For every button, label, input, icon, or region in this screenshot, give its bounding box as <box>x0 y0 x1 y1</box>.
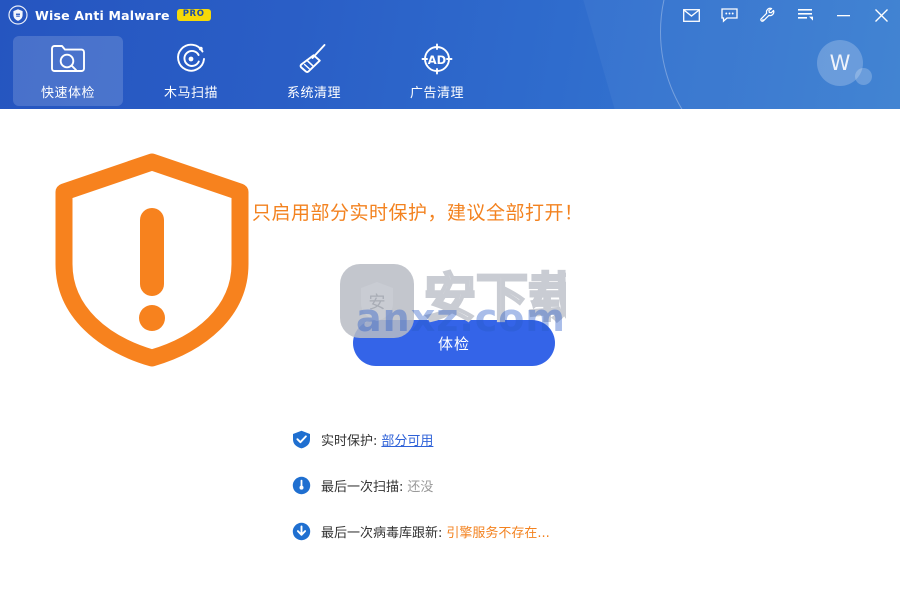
envelope-icon[interactable] <box>672 0 710 30</box>
status-value-link[interactable]: 部分可用 <box>381 430 433 449</box>
shield-logo-icon <box>8 5 28 25</box>
primary-nav: 快速体检 木马扫描 系统清理 AD 广告清理 <box>0 36 492 108</box>
clock-icon <box>292 476 311 495</box>
status-label: 最后一次病毒库跟新: <box>321 526 443 541</box>
warning-message: 只启用部分实时保护，建议全部打开！ <box>252 202 584 224</box>
chat-bubble-icon[interactable] <box>710 0 748 30</box>
shield-exclamation-icon <box>52 152 252 367</box>
close-icon[interactable] <box>862 0 900 30</box>
download-arrow-icon <box>292 522 311 541</box>
broom-icon <box>296 41 332 77</box>
nav-tab-quick-scan[interactable]: 快速体检 <box>13 36 123 106</box>
status-list: 实时保护: 部分可用 最后一次扫描: 还没 最后一次病毒库跟新: 引擎服务不存在… <box>292 428 550 566</box>
nav-tab-label: 系统清理 <box>286 86 341 101</box>
status-label: 实时保护: <box>321 434 378 449</box>
app-header: Wise Anti Malware PRO 快速体检 木马扫描 系统清理 AD … <box>0 0 900 109</box>
list-menu-icon[interactable] <box>786 0 824 30</box>
radar-scan-icon <box>173 41 209 77</box>
shield-check-icon <box>292 430 311 449</box>
status-row-realtime-protection: 实时保护: 部分可用 <box>292 428 550 451</box>
scan-button[interactable]: 体检 <box>353 320 555 366</box>
ad-circle-icon: AD <box>419 41 455 77</box>
app-title: Wise Anti Malware <box>35 7 170 23</box>
nav-tab-label: 广告清理 <box>409 86 464 101</box>
nav-tab-system-clean[interactable]: 系统清理 <box>259 36 369 106</box>
nav-tab-label: 木马扫描 <box>163 86 218 101</box>
status-value: 还没 <box>407 480 434 495</box>
minimize-icon[interactable] <box>824 0 862 30</box>
nav-tab-trojan-scan[interactable]: 木马扫描 <box>136 36 246 106</box>
status-label: 最后一次扫描: <box>321 480 404 495</box>
status-value: 引擎服务不存在... <box>446 526 550 541</box>
avatar[interactable]: W <box>817 40 863 86</box>
status-row-last-db-update: 最后一次病毒库跟新: 引擎服务不存在... <box>292 520 550 543</box>
status-row-last-scan: 最后一次扫描: 还没 <box>292 474 550 497</box>
folder-search-icon <box>49 41 87 77</box>
nav-tab-label: 快速体检 <box>40 86 95 101</box>
svg-text:安: 安 <box>369 293 386 313</box>
wrench-icon[interactable] <box>748 0 786 30</box>
pro-badge: PRO <box>176 8 211 22</box>
account-avatar-area: W <box>817 40 873 92</box>
nav-tab-ad-clean[interactable]: AD 广告清理 <box>382 36 492 106</box>
title-bar: Wise Anti Malware PRO <box>0 0 900 30</box>
svg-text:AD: AD <box>428 53 446 67</box>
